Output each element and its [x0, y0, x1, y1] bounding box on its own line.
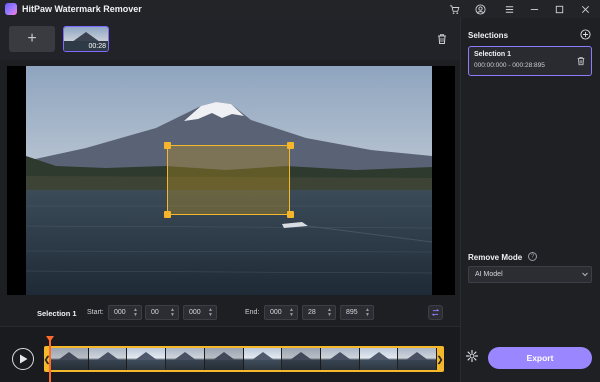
account-icon[interactable] [472, 2, 488, 16]
thumbnail-duration: 00:28 [88, 43, 106, 50]
filmstrip [50, 348, 437, 370]
selection-label: Selection 1 [37, 309, 77, 318]
start-label: Start: [87, 309, 104, 316]
app-title: HitPaw Watermark Remover [22, 4, 142, 14]
playhead[interactable] [49, 340, 51, 382]
end-seconds-field[interactable]: 28 ▲ ▼ [302, 305, 336, 320]
selections-title: Selections [468, 31, 509, 40]
resize-handle[interactable] [164, 211, 171, 218]
trim-handle-right[interactable]: ❯ [437, 348, 444, 370]
playhead-marker[interactable] [46, 336, 54, 342]
remove-mode-label: Remove Mode [468, 253, 523, 262]
start-milliseconds-field[interactable]: 000 ▲ ▼ [183, 305, 217, 320]
delete-media-trash-icon[interactable] [436, 33, 448, 45]
resize-handle[interactable] [164, 142, 171, 149]
remove-mode-select[interactable]: AI Model [468, 266, 592, 283]
watermark-selection-box[interactable] [167, 145, 290, 215]
swap-icon[interactable] [428, 305, 443, 320]
add-selection-plus-icon[interactable] [580, 29, 591, 40]
maximize-icon[interactable] [551, 2, 567, 16]
start-seconds-field[interactable]: 00 ▲ ▼ [145, 305, 179, 320]
delete-selection-trash-icon[interactable] [576, 56, 586, 66]
add-media-button[interactable]: + [9, 26, 55, 52]
cart-icon[interactable] [446, 2, 462, 16]
gear-icon[interactable] [465, 349, 479, 363]
chevron-down-icon [582, 272, 588, 277]
help-icon[interactable]: ? [528, 252, 537, 261]
video-thumbnail[interactable]: 00:28 [63, 26, 109, 52]
start-minutes-field[interactable]: 000 ▲ ▼ [108, 305, 142, 320]
selection-item-range: 000:00:000 - 000:28:895 [474, 62, 545, 69]
selection-item-title: Selection 1 [474, 51, 511, 58]
end-milliseconds-field[interactable]: 895 ▲ ▼ [340, 305, 374, 320]
play-icon [19, 354, 27, 364]
close-icon[interactable] [577, 2, 593, 16]
app-logo-icon [5, 3, 17, 15]
menu-icon[interactable] [501, 2, 517, 16]
minimize-icon[interactable] [526, 2, 542, 16]
play-button[interactable] [12, 348, 34, 370]
resize-handle[interactable] [287, 211, 294, 218]
end-minutes-field[interactable]: 000 ▲ ▼ [264, 305, 298, 320]
export-button[interactable]: Export [488, 347, 592, 369]
end-label: End: [245, 309, 260, 316]
resize-handle[interactable] [287, 142, 294, 149]
